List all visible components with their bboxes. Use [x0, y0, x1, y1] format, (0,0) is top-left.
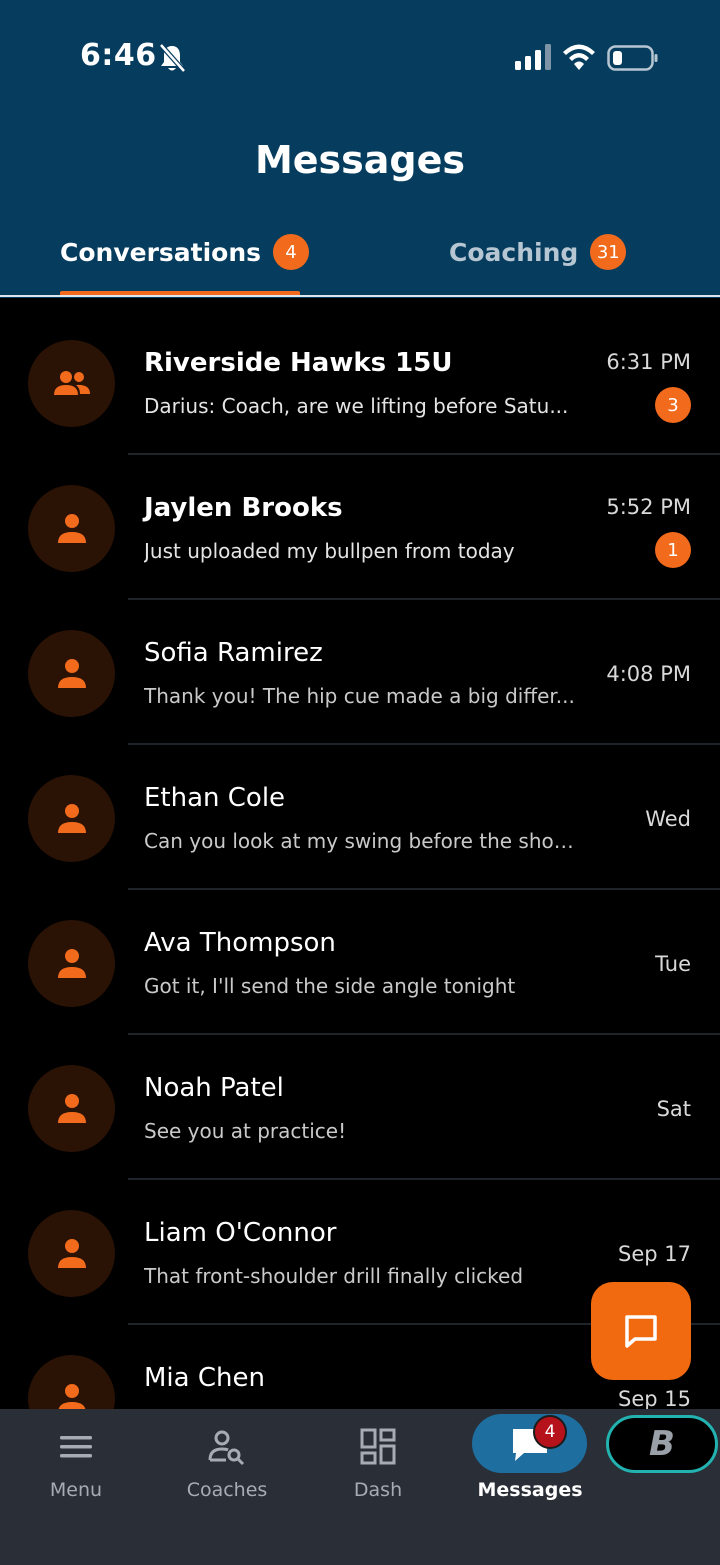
status-time: 6:46 [80, 38, 157, 73]
conversation-name: Jaylen Brooks [144, 493, 343, 523]
tab-label: Coaching [449, 237, 579, 267]
message-time: 6:31 PM [606, 350, 691, 374]
conversation-row[interactable]: Ethan Cole Can you look at my swing befo… [0, 745, 720, 890]
app-header: 6:46 Messages Conversations 4 Coaching 3… [0, 0, 720, 298]
conversation-row[interactable]: Ava Thompson Got it, I'll send the side … [0, 890, 720, 1035]
conversation-row[interactable]: Jaylen Brooks Just uploaded my bullpen f… [0, 455, 720, 600]
signal-icon [515, 44, 551, 70]
message-preview: Got it, I'll send the side angle tonight [144, 974, 516, 998]
person-icon [57, 1238, 86, 1268]
conversation-name: Riverside Hawks 15U [144, 348, 453, 378]
tab-count-badge: 4 [273, 234, 310, 270]
message-preview: Darius: Coach, are we lifting before Sat… [144, 394, 569, 418]
person-icon [57, 803, 86, 833]
message-time: 5:52 PM [606, 495, 691, 519]
conversation-name: Sofia Ramirez [144, 638, 323, 668]
hamburger-icon [60, 1436, 92, 1458]
coach-search-icon [208, 1430, 245, 1466]
battery-icon [607, 45, 658, 71]
messages-unread-badge: 4 [533, 1415, 567, 1449]
page-title: Messages [254, 138, 466, 182]
conversation-name: Liam O'Connor [144, 1218, 337, 1248]
conversation-name: Mia Chen [144, 1363, 265, 1393]
person-icon [57, 658, 86, 688]
person-icon [57, 513, 86, 543]
tab-count-badge: 31 [590, 234, 627, 270]
conversation-name: Ava Thompson [144, 928, 336, 958]
avatar [28, 1210, 115, 1297]
message-preview: See you at practice! [144, 1119, 347, 1143]
brand-button[interactable]: B [606, 1415, 718, 1473]
tab-coaching[interactable]: Coaching 31 [449, 232, 627, 272]
avatar [28, 485, 115, 572]
person-icon [57, 1093, 86, 1123]
message-preview: Can you look at my swing before the show… [144, 829, 584, 853]
tab-label: Conversations [60, 237, 262, 267]
new-message-icon [625, 1315, 657, 1348]
avatar [28, 630, 115, 717]
bell-muted-icon [159, 43, 186, 73]
nav-label: Messages [477, 1479, 583, 1501]
message-time: Sat [656, 1097, 691, 1121]
message-time: Sep 17 [618, 1242, 691, 1266]
message-preview: That front-shoulder drill finally clicke… [144, 1264, 524, 1288]
nav-label: Menu [49, 1479, 103, 1501]
dashboard-icon [360, 1428, 396, 1465]
nav-label: Dash [353, 1479, 403, 1501]
avatar [28, 775, 115, 862]
wifi-icon [563, 44, 595, 70]
avatar [28, 340, 115, 427]
message-preview: Thank you! The hip cue made a big differ… [144, 684, 575, 708]
conversation-name: Ethan Cole [144, 783, 286, 813]
person-icon [57, 948, 86, 978]
header-divider [0, 295, 720, 297]
message-time: Sep 15 [618, 1387, 691, 1411]
new-message-button[interactable] [591, 1282, 691, 1380]
message-time: Wed [645, 807, 691, 831]
message-time: Tue [655, 952, 691, 976]
conversation-row[interactable]: Sofia Ramirez Thank you! The hip cue mad… [0, 600, 720, 745]
tab-conversations[interactable]: Conversations 4 [60, 232, 310, 272]
conversation-name: Noah Patel [144, 1073, 284, 1103]
conversation-row[interactable]: Riverside Hawks 15U Darius: Coach, are w… [0, 310, 720, 455]
message-time: 4:08 PM [606, 662, 691, 686]
group-icon [53, 370, 90, 395]
avatar [28, 920, 115, 1007]
unread-count-badge: 1 [655, 532, 691, 568]
avatar [28, 1065, 115, 1152]
brand-logo: B [649, 1424, 675, 1464]
nav-label: Coaches [186, 1479, 268, 1501]
conversation-row[interactable]: Noah Patel See you at practice! Sat [0, 1035, 720, 1180]
unread-count-badge: 3 [655, 387, 691, 423]
message-preview: Just uploaded my bullpen from today [144, 539, 515, 563]
